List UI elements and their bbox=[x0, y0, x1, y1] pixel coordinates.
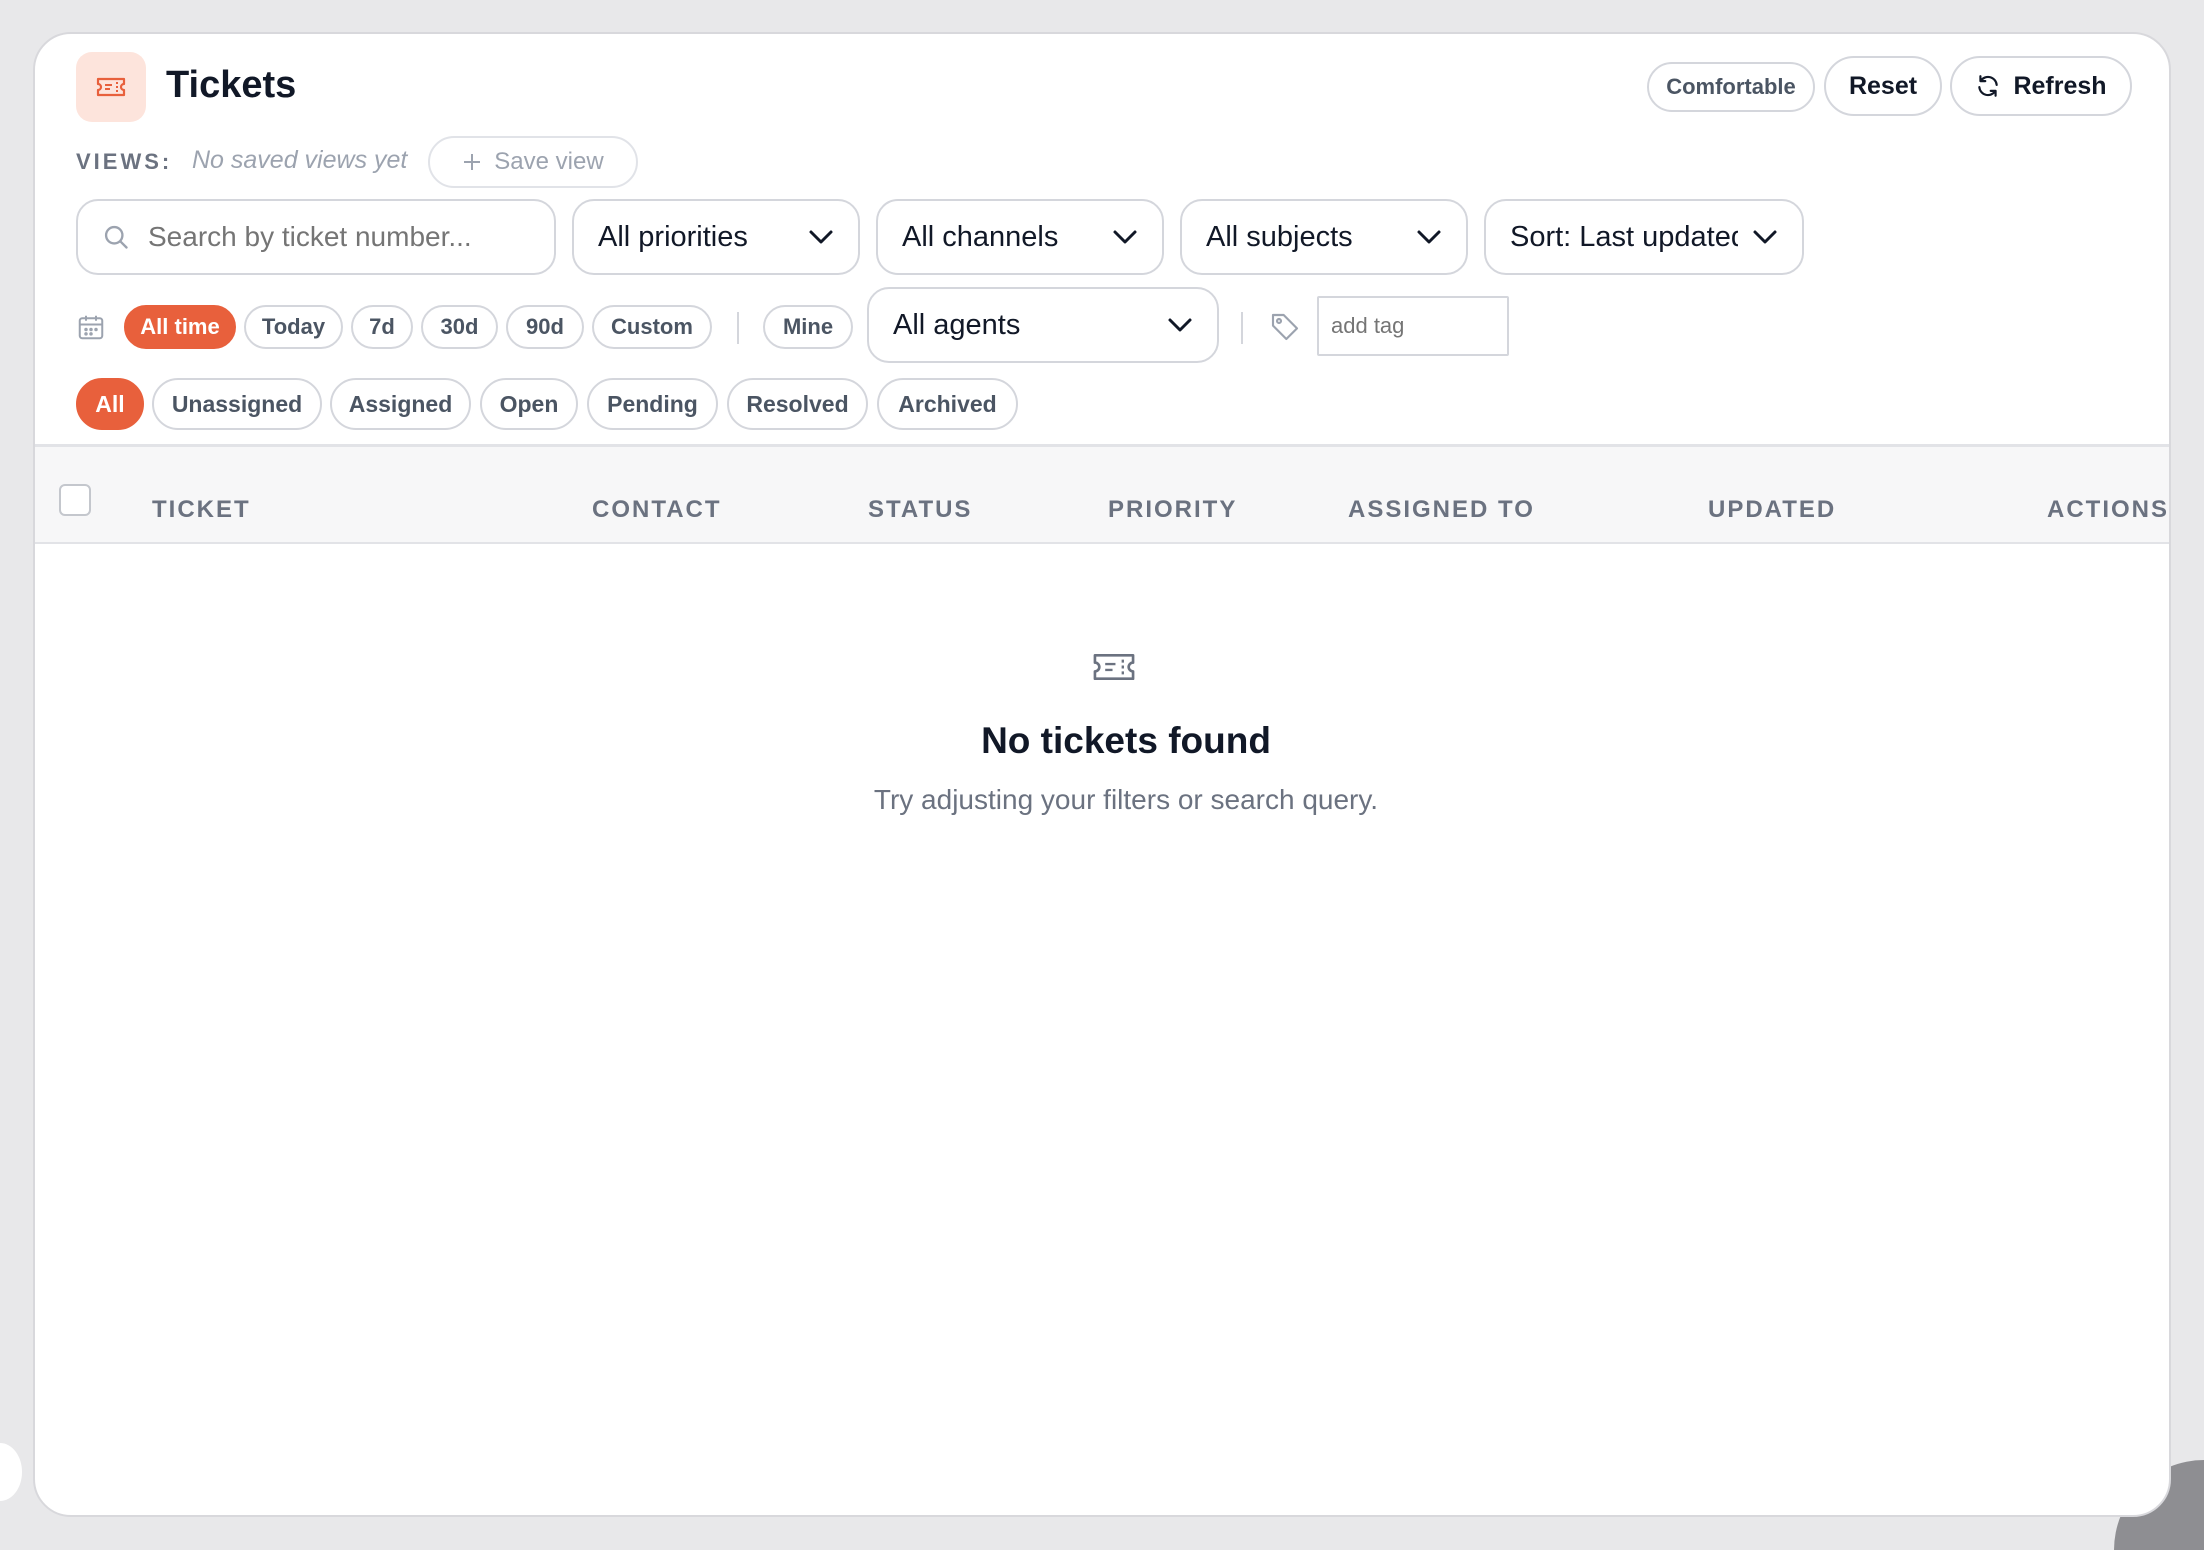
status-tab-resolved[interactable]: Resolved bbox=[727, 378, 868, 430]
reset-button[interactable]: Reset bbox=[1824, 56, 1942, 116]
column-header-priority[interactable]: PRIORITY bbox=[1108, 496, 1237, 524]
sort-select[interactable]: Sort: Last updated bbox=[1484, 199, 1804, 275]
views-label: VIEWS: bbox=[76, 149, 173, 174]
chevron-down-icon bbox=[1168, 318, 1192, 332]
search-icon bbox=[104, 225, 128, 249]
sort-select-value: Sort: Last updated bbox=[1510, 220, 1738, 253]
reset-label: Reset bbox=[1848, 71, 1918, 100]
agent-select[interactable]: All agents bbox=[867, 287, 1219, 363]
tag-icon bbox=[1271, 313, 1299, 341]
side-handle[interactable] bbox=[0, 1443, 22, 1501]
status-tab-label: Assigned bbox=[348, 390, 453, 417]
page-title: Tickets bbox=[166, 64, 297, 106]
time-range-label: 7d bbox=[369, 314, 395, 339]
status-tab-label: All bbox=[95, 390, 125, 417]
ticket-icon bbox=[1093, 653, 1135, 681]
plus-icon bbox=[464, 154, 481, 170]
empty-state-title: No tickets found bbox=[981, 720, 1271, 761]
search-box[interactable] bbox=[76, 199, 556, 275]
tag-input[interactable] bbox=[1317, 296, 1509, 356]
select-all-checkbox[interactable] bbox=[59, 484, 91, 516]
status-tab-all[interactable]: All bbox=[76, 378, 144, 430]
save-view-label: Save view bbox=[494, 148, 604, 175]
time-range-label: Today bbox=[261, 314, 326, 339]
column-header-actions: ACTIONS bbox=[2047, 496, 2169, 523]
refresh-label: Refresh bbox=[2013, 71, 2107, 100]
chevron-down-icon bbox=[1417, 230, 1441, 244]
divider bbox=[1241, 312, 1243, 344]
column-header-updated[interactable]: UPDATED bbox=[1708, 496, 1836, 524]
time-range-today[interactable]: Today bbox=[244, 305, 343, 349]
agent-select-value: All agents bbox=[893, 308, 1021, 341]
status-tab-unassigned[interactable]: Unassigned bbox=[152, 378, 322, 430]
calendar-icon bbox=[78, 315, 104, 340]
time-range-label: Custom bbox=[611, 314, 693, 339]
chevron-down-icon bbox=[809, 230, 833, 244]
density-label: Comfortable bbox=[1666, 74, 1796, 99]
status-tab-label: Pending bbox=[607, 390, 698, 417]
divider bbox=[737, 312, 739, 344]
chevron-down-icon bbox=[1753, 230, 1777, 244]
column-header-assigned-to[interactable]: ASSIGNED TO bbox=[1348, 496, 1535, 524]
status-tab-archived[interactable]: Archived bbox=[877, 378, 1018, 430]
time-range-label: All time bbox=[140, 314, 220, 339]
status-tab-open[interactable]: Open bbox=[480, 378, 578, 430]
time-range-30d[interactable]: 30d bbox=[421, 305, 498, 349]
search-input[interactable] bbox=[148, 221, 528, 253]
empty-state-subtitle: Try adjusting your filters or search que… bbox=[873, 784, 1379, 815]
save-view-button[interactable]: Save view bbox=[428, 136, 638, 188]
table-header bbox=[35, 444, 2169, 544]
status-tab-label: Open bbox=[499, 390, 559, 417]
time-range-label: 90d bbox=[526, 314, 564, 339]
status-tab-pending[interactable]: Pending bbox=[587, 378, 718, 430]
refresh-icon bbox=[1978, 75, 1999, 97]
time-range-90d[interactable]: 90d bbox=[506, 305, 584, 349]
column-header-status[interactable]: STATUS bbox=[868, 496, 972, 524]
priority-select-value: All priorities bbox=[598, 220, 748, 253]
priority-select[interactable]: All priorities bbox=[572, 199, 860, 275]
channel-select[interactable]: All channels bbox=[876, 199, 1164, 275]
status-tab-label: Resolved bbox=[746, 390, 849, 417]
time-range-label: 30d bbox=[440, 314, 479, 339]
refresh-button[interactable]: Refresh bbox=[1950, 56, 2132, 116]
ticket-icon bbox=[96, 77, 126, 97]
subject-select[interactable]: All subjects bbox=[1180, 199, 1468, 275]
status-tab-assigned[interactable]: Assigned bbox=[330, 378, 471, 430]
no-views-text: No saved views yet bbox=[192, 146, 408, 174]
chevron-down-icon bbox=[1113, 230, 1137, 244]
status-tab-label: Unassigned bbox=[171, 390, 303, 417]
time-range-all-time[interactable]: All time bbox=[124, 305, 236, 349]
subject-select-value: All subjects bbox=[1206, 220, 1353, 253]
page-icon bbox=[76, 52, 146, 122]
status-tab-label: Archived bbox=[898, 390, 997, 417]
tickets-panel: Tickets Comfortable Reset Refresh VIEWS:… bbox=[33, 32, 2171, 1517]
time-range-7d[interactable]: 7d bbox=[351, 305, 413, 349]
channel-select-value: All channels bbox=[902, 220, 1059, 253]
column-header-contact[interactable]: CONTACT bbox=[592, 496, 722, 524]
time-range-custom[interactable]: Custom bbox=[592, 305, 712, 349]
density-toggle-button[interactable]: Comfortable bbox=[1647, 62, 1815, 112]
mine-label: Mine bbox=[782, 314, 834, 339]
mine-filter-button[interactable]: Mine bbox=[763, 305, 853, 349]
column-header-ticket[interactable]: TICKET bbox=[152, 496, 251, 524]
